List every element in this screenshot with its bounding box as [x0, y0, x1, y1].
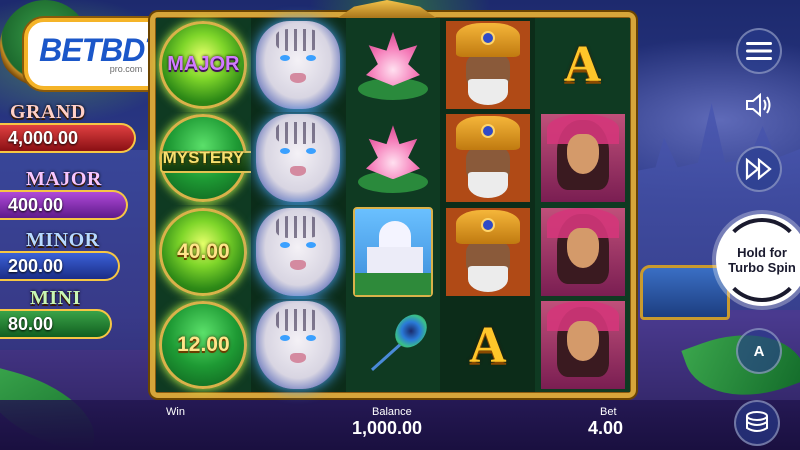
jackpot-major-label: MAJOR [26, 168, 102, 190]
reel-cell: 12.00 [156, 298, 251, 392]
princess-symbol [540, 207, 625, 296]
sound-button[interactable] [736, 82, 782, 128]
white-tiger-symbol [256, 207, 341, 296]
white-tiger-symbol [256, 20, 341, 109]
reel-cell [345, 18, 441, 112]
reel-cell [250, 298, 346, 392]
lotus-flower-symbol [354, 119, 432, 197]
bet-value: 4.00 [588, 418, 624, 438]
orb-label: MAJOR [167, 53, 240, 76]
lotus-flower-symbol [354, 26, 432, 104]
reel-cell: MAJOR [156, 18, 251, 112]
letter-a-symbol: A [469, 316, 507, 374]
orb-label: MYSTERY [162, 148, 245, 168]
orb-value: 40.00 [177, 239, 230, 263]
jackpot-minor: MINOR 200.00 [0, 229, 138, 281]
princess-symbol [540, 301, 625, 390]
spin-button[interactable]: Hold for Turbo Spin [716, 214, 800, 306]
turbo-button[interactable] [736, 146, 782, 192]
jackpot-minor-value: 200.00 [0, 251, 120, 281]
cash-orb-symbol: 40.00 [159, 207, 248, 296]
treasure-chest-decoration [640, 265, 730, 320]
balance-value: 1,000.00 [352, 418, 423, 438]
reel-cell [440, 205, 536, 299]
reel-cell [345, 111, 441, 205]
reel-cell [535, 298, 630, 392]
reel-cell [345, 298, 441, 392]
mystery-orb-symbol: MYSTERY [159, 114, 257, 203]
jackpot-mini-label: MINI [30, 287, 81, 309]
reel-cell [345, 205, 441, 299]
bet-label: Bet [600, 406, 617, 418]
maharaja-symbol [445, 207, 530, 296]
hamburger-menu-icon [746, 42, 772, 60]
reel-cell [535, 111, 630, 205]
jackpot-grand: GRAND 4,000.00 [0, 101, 138, 153]
menu-button[interactable] [736, 28, 782, 74]
cash-orb-symbol: 12.00 [159, 301, 248, 390]
reel-grid: MAJOR A MYSTERY 40.00 12.00 A [156, 18, 630, 392]
reel-cell [250, 18, 346, 112]
autoplay-button[interactable]: A [736, 328, 782, 374]
maharaja-symbol [445, 114, 530, 203]
princess-symbol [540, 114, 625, 203]
jackpot-grand-label: GRAND [10, 101, 86, 123]
reel-cell: 40.00 [156, 205, 251, 299]
bet-button[interactable] [734, 400, 780, 446]
speaker-icon [746, 93, 771, 117]
jackpot-grand-value: 4,000.00 [0, 123, 136, 153]
reel-cell: A [535, 18, 630, 112]
win-label: Win [166, 406, 185, 418]
jackpot-mini-value: 80.00 [0, 309, 112, 339]
maharaja-symbol [445, 20, 530, 109]
taj-mahal-symbol [352, 206, 433, 297]
spin-ring-icon [720, 218, 800, 302]
logo-text: BETBDT [39, 32, 164, 68]
autoplay-label: A [753, 342, 765, 360]
balance-label: Balance [372, 406, 412, 418]
reel-cell [440, 111, 536, 205]
reel-cell [250, 205, 346, 299]
jackpot-major: MAJOR 400.00 [0, 168, 138, 220]
peacock-feather-symbol [353, 305, 434, 385]
logo-subtext: pro.com [109, 64, 143, 74]
jackpot-orb-symbol: MAJOR [159, 20, 248, 109]
fast-forward-icon [745, 158, 772, 180]
white-tiger-symbol [256, 301, 341, 390]
reel-cell: A [440, 298, 536, 392]
white-tiger-symbol [256, 114, 341, 203]
orb-value: 12.00 [177, 333, 230, 357]
jackpot-minor-label: MINOR [26, 229, 100, 251]
jackpot-major-value: 400.00 [0, 190, 128, 220]
reel-cell [440, 18, 536, 112]
coin-stack-icon [746, 411, 768, 432]
reel-cell [250, 111, 346, 205]
letter-a-symbol: A [563, 36, 602, 94]
reel-cell: MYSTERY [156, 111, 257, 205]
reel-cell [535, 205, 630, 299]
jackpot-mini: MINI 80.00 [0, 287, 138, 339]
